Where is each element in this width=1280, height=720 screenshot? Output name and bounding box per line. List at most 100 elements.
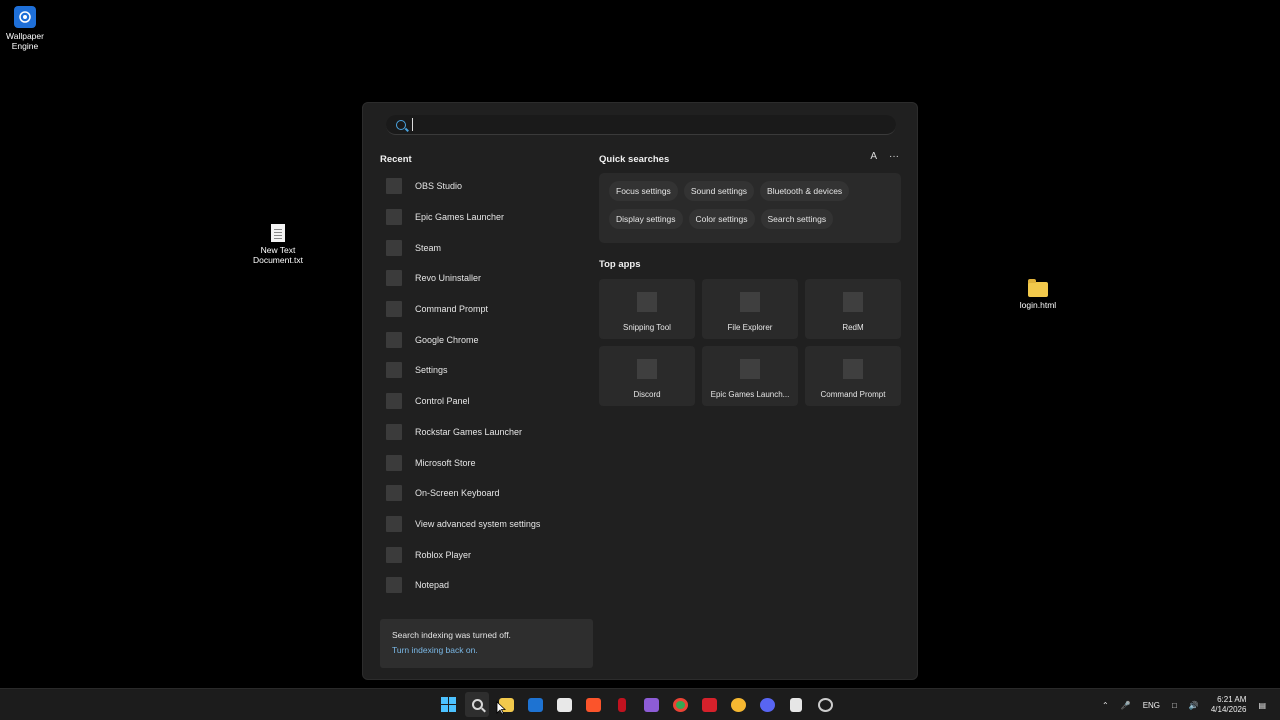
- chip-search-settings[interactable]: Search settings: [760, 209, 834, 229]
- recent-item-on-screen-keyboard[interactable]: On-Screen Keyboard: [379, 478, 593, 509]
- quick-searches-row: Display settings Color settings Search s…: [609, 209, 891, 229]
- taskbar-visual-studio[interactable]: [639, 692, 663, 717]
- recent-item-microsoft-store[interactable]: Microsoft Store: [379, 447, 593, 478]
- taskbar-app-yellow[interactable]: [726, 692, 750, 717]
- app-icon: [386, 178, 402, 195]
- taskbar: ⌃ 🎤 ENG □ 🔊 6:21 AM 4/14/2026 ▤: [0, 688, 1280, 720]
- network-icon[interactable]: □: [1172, 701, 1177, 710]
- recent-title: Recent: [380, 154, 412, 165]
- language-indicator[interactable]: ENG: [1143, 701, 1160, 710]
- system-tray: ⌃ 🎤 ENG □ 🔊 6:21 AM 4/14/2026 ▤: [1102, 689, 1266, 720]
- taskbar-obs[interactable]: [813, 692, 837, 717]
- taskbar-brave[interactable]: [581, 692, 605, 717]
- app-icon: [386, 515, 402, 532]
- text-document-icon: [271, 224, 285, 242]
- recent-item-label: View advanced system settings: [415, 518, 541, 529]
- quick-searches-actions: A ···: [870, 151, 899, 162]
- recent-item-roblox-player[interactable]: Roblox Player: [379, 539, 593, 570]
- app-icon: [386, 393, 402, 410]
- top-app-command-prompt[interactable]: Command Prompt: [805, 346, 901, 406]
- recent-item-label: Epic Games Launcher: [415, 212, 505, 223]
- desktop-icon-new-text-document[interactable]: New Text Document.txt: [246, 224, 310, 265]
- desktop-icon-label: Document.txt: [252, 255, 304, 265]
- desktop-icon-wallpaper-engine[interactable]: Wallpaper Engine: [0, 6, 57, 51]
- recent-item-notepad[interactable]: Notepad: [379, 570, 593, 601]
- acrobat-icon: [701, 697, 717, 712]
- top-app-discord[interactable]: Discord: [599, 346, 695, 406]
- taskbar-discord[interactable]: [755, 692, 779, 717]
- top-app-snipping-tool[interactable]: Snipping Tool: [599, 279, 695, 339]
- taskbar-netflix[interactable]: [610, 692, 634, 717]
- recent-item-settings[interactable]: Settings: [379, 355, 593, 386]
- app-icon: [637, 359, 657, 379]
- app-icon: [386, 362, 402, 379]
- wallpaper-engine-icon: [14, 6, 36, 28]
- top-app-label: File Explorer: [727, 323, 773, 332]
- app-icon: [740, 292, 760, 312]
- recent-item-label: OBS Studio: [415, 181, 463, 192]
- recent-item-label: Control Panel: [415, 396, 470, 407]
- top-app-redm[interactable]: RedM: [805, 279, 901, 339]
- taskbar-epic-games[interactable]: [784, 692, 808, 717]
- windows-logo-icon: [440, 697, 456, 712]
- clock[interactable]: 6:21 AM 4/14/2026: [1211, 695, 1247, 715]
- taskbar-search-button[interactable]: [465, 692, 489, 717]
- search-input[interactable]: [412, 118, 882, 131]
- quick-searches-title: Quick searches: [599, 154, 670, 165]
- recent-item-label: Rockstar Games Launcher: [415, 426, 523, 437]
- app-icon: [386, 454, 402, 471]
- top-app-epic-games-launcher[interactable]: Epic Games Launch...: [702, 346, 798, 406]
- recent-item-label: Google Chrome: [415, 334, 479, 345]
- brave-icon: [585, 697, 601, 712]
- recent-item-epic-games-launcher[interactable]: Epic Games Launcher: [379, 202, 593, 233]
- clock-date: 4/14/2026: [1210, 705, 1247, 714]
- search-box[interactable]: [386, 115, 896, 135]
- recent-item-label: Notepad: [415, 580, 450, 591]
- app-icon: [386, 209, 402, 226]
- app-icon: [637, 292, 657, 312]
- obs-icon: [817, 697, 833, 712]
- search-icon: [471, 699, 483, 710]
- top-app-file-explorer[interactable]: File Explorer: [702, 279, 798, 339]
- chip-display-settings[interactable]: Display settings: [609, 209, 683, 229]
- desktop-icon-label: login.html: [1019, 300, 1057, 310]
- chip-color-settings[interactable]: Color settings: [688, 209, 755, 229]
- taskbar-chrome[interactable]: [668, 692, 692, 717]
- desktop-icon-label: Engine: [11, 41, 39, 51]
- account-button[interactable]: A: [870, 151, 877, 162]
- recent-item-revo-uninstaller[interactable]: Revo Uninstaller: [379, 263, 593, 294]
- app-icon: [386, 485, 402, 502]
- chevron-up-icon[interactable]: ⌃: [1102, 701, 1109, 710]
- app-icon: [386, 239, 402, 256]
- microphone-icon[interactable]: 🎤: [1121, 701, 1131, 710]
- top-app-label: Discord: [633, 390, 661, 399]
- discord-icon: [759, 697, 775, 712]
- chip-bluetooth-devices[interactable]: Bluetooth & devices: [760, 181, 850, 201]
- recent-item-obs-studio[interactable]: OBS Studio: [379, 171, 593, 202]
- taskbar-outlook[interactable]: [523, 692, 547, 717]
- recent-item-steam[interactable]: Steam: [379, 232, 593, 263]
- recent-list: OBS Studio Epic Games Launcher Steam Rev…: [379, 171, 593, 601]
- turn-indexing-on-link[interactable]: Turn indexing back on.: [392, 645, 581, 655]
- recent-item-label: Roblox Player: [415, 549, 472, 560]
- recent-item-rockstar-games-launcher[interactable]: Rockstar Games Launcher: [379, 417, 593, 448]
- taskbar-acrobat[interactable]: [697, 692, 721, 717]
- top-app-label: Snipping Tool: [623, 323, 671, 332]
- recent-item-command-prompt[interactable]: Command Prompt: [379, 294, 593, 325]
- more-options-button[interactable]: ···: [889, 151, 899, 162]
- notification-icon[interactable]: ▤: [1258, 701, 1266, 710]
- desktop-icon-login-html[interactable]: login.html: [1006, 279, 1070, 310]
- app-icon: [740, 359, 760, 379]
- recent-item-google-chrome[interactable]: Google Chrome: [379, 324, 593, 355]
- start-button[interactable]: [436, 692, 460, 717]
- volume-icon[interactable]: 🔊: [1189, 701, 1199, 710]
- app-icon: [386, 546, 402, 563]
- chip-sound-settings[interactable]: Sound settings: [683, 181, 755, 201]
- app-icon: [386, 331, 402, 348]
- indexing-notice: Search indexing was turned off. Turn ind…: [380, 619, 593, 668]
- recent-item-view-advanced-system-settings[interactable]: View advanced system settings: [379, 509, 593, 540]
- chip-focus-settings[interactable]: Focus settings: [609, 181, 678, 201]
- top-app-label: Epic Games Launch...: [710, 390, 790, 399]
- recent-item-control-panel[interactable]: Control Panel: [379, 386, 593, 417]
- taskbar-microsoft-store[interactable]: [552, 692, 576, 717]
